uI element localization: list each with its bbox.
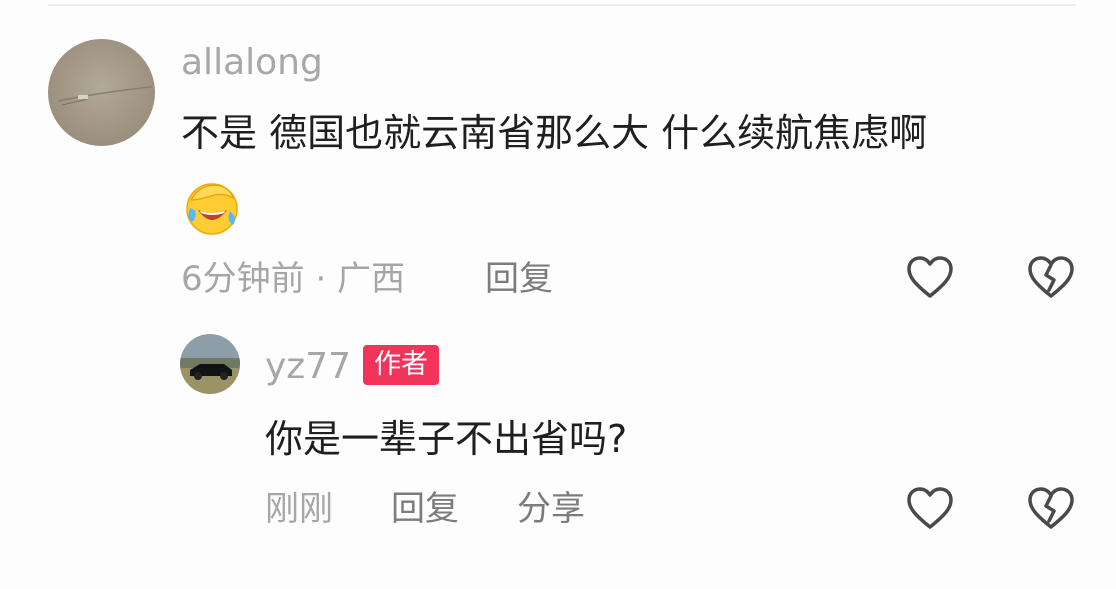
- broken-heart-icon[interactable]: [1026, 484, 1076, 534]
- reply-text: 你是一辈子不出省吗?: [265, 417, 628, 461]
- avatar[interactable]: [48, 39, 155, 146]
- heart-outline-icon[interactable]: [905, 253, 955, 303]
- face-with-tears-of-joy-icon: [183, 178, 241, 236]
- reply-username[interactable]: yz77: [265, 349, 351, 385]
- share-button[interactable]: 分享: [517, 492, 585, 526]
- top-divider: [48, 4, 1076, 6]
- comment-meta: 6分钟前 · 广西: [181, 259, 406, 299]
- comment-text: 不是 德国也就云南省那么大 什么续航焦虑啊: [181, 111, 928, 155]
- reply-reply-button[interactable]: 回复: [391, 492, 459, 526]
- author-badge: 作者: [363, 345, 439, 385]
- reply-time: 刚刚: [265, 489, 333, 529]
- comment-username[interactable]: allalong: [181, 45, 323, 81]
- reply-button[interactable]: 回复: [485, 262, 553, 296]
- reply-avatar[interactable]: [180, 334, 240, 394]
- heart-outline-icon[interactable]: [905, 484, 955, 534]
- broken-heart-icon[interactable]: [1026, 253, 1076, 303]
